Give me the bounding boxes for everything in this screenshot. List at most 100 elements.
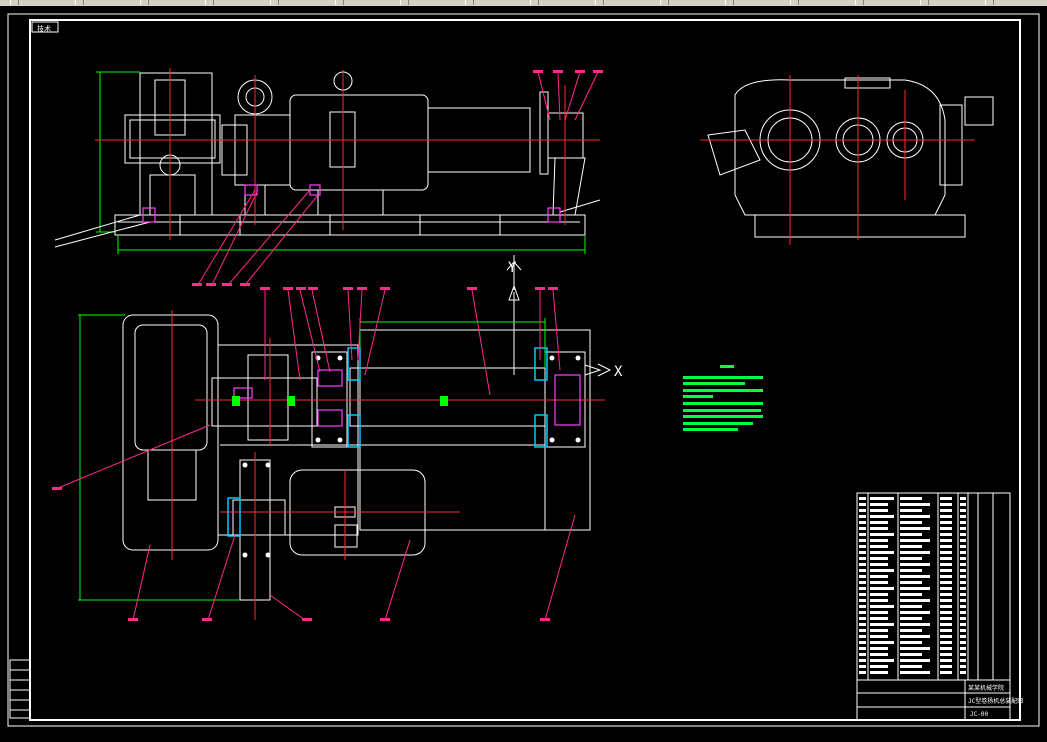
parts-list-cell — [900, 569, 922, 572]
toolbar-button[interactable] — [205, 0, 214, 5]
parts-list-cell — [940, 605, 952, 608]
toolbar-button[interactable] — [465, 0, 474, 5]
parts-list-cell — [900, 515, 930, 518]
parts-list-cell — [870, 653, 888, 656]
parts-list-cell — [870, 563, 888, 566]
toolbar-button[interactable] — [790, 0, 799, 5]
parts-list-cell — [940, 647, 952, 650]
parts-list-cell — [870, 659, 894, 662]
toolbar-button[interactable] — [140, 0, 149, 5]
margin-stamp-block — [9, 659, 31, 719]
parts-list-cell — [960, 533, 966, 536]
parts-list-cell — [900, 557, 922, 560]
parts-list-cell — [960, 521, 966, 524]
parts-list-cell — [940, 641, 952, 644]
parts-list-cell — [870, 623, 894, 626]
parts-list-cell — [859, 545, 866, 548]
parts-list-cell — [859, 575, 866, 578]
drawing-border-inner — [29, 19, 1021, 721]
parts-list-cell — [859, 635, 866, 638]
parts-list-cell — [859, 497, 866, 500]
parts-list-cell — [900, 533, 922, 536]
parts-list-cell — [940, 509, 952, 512]
parts-list-cell — [859, 557, 866, 560]
parts-list-cell — [940, 527, 952, 530]
parts-list-cell — [870, 545, 888, 548]
toolbar-button[interactable] — [595, 0, 604, 5]
parts-list-cell — [900, 611, 930, 614]
parts-list-cell — [940, 653, 952, 656]
plan-view-bolts — [242, 355, 581, 558]
parts-list-cell — [900, 635, 930, 638]
parts-list-cell — [960, 587, 966, 590]
parts-list-cell — [960, 653, 966, 656]
parts-list-cell — [900, 653, 922, 656]
parts-list-cell — [940, 569, 952, 572]
parts-list-cell — [960, 617, 966, 620]
parts-list-cell — [859, 605, 866, 608]
parts-list-cell — [960, 515, 966, 518]
parts-list-cell — [859, 587, 866, 590]
parts-list-cell — [859, 581, 866, 584]
y-axis-label: Y — [508, 260, 517, 276]
parts-list-cell — [940, 497, 952, 500]
parts-list-cell — [900, 521, 922, 524]
parts-list-cell — [859, 569, 866, 572]
toolbar-button[interactable] — [530, 0, 539, 5]
front-view-balloons — [192, 70, 603, 286]
parts-list-cell — [870, 629, 888, 632]
plan-view-hatch — [227, 347, 548, 537]
parts-list-cell — [960, 599, 966, 602]
parts-list-cell — [870, 551, 894, 554]
parts-list-cell — [870, 497, 894, 500]
parts-list-cell — [870, 575, 888, 578]
parts-list-cell — [859, 521, 866, 524]
parts-list-cell — [960, 611, 966, 614]
parts-list-cell — [960, 623, 966, 626]
parts-list-cell — [859, 671, 866, 674]
side-view-centerlines — [700, 75, 975, 245]
parts-list-cell — [870, 569, 894, 572]
toolbar-button[interactable] — [855, 0, 864, 5]
toolbar-button[interactable] — [920, 0, 929, 5]
motor-front — [289, 94, 429, 191]
parts-list-cell — [940, 557, 952, 560]
parts-list-cell — [940, 551, 952, 554]
toolbar-button[interactable] — [985, 0, 994, 5]
parts-list-cell — [940, 611, 952, 614]
parts-list-cell — [870, 521, 888, 524]
parts-list-cell — [900, 647, 930, 650]
front-view — [54, 71, 601, 254]
parts-list-cell — [870, 509, 888, 512]
parts-list-cell — [940, 563, 952, 566]
toolbar-button[interactable] — [660, 0, 669, 5]
parts-list-cell — [900, 617, 922, 620]
parts-list-cell — [900, 671, 930, 674]
toolbar-button[interactable] — [270, 0, 279, 5]
parts-list-cell — [900, 545, 922, 548]
parts-list-cell — [870, 599, 888, 602]
toolbar-button[interactable] — [10, 0, 19, 5]
parts-list-cell — [900, 575, 930, 578]
plan-view-leaders — [57, 289, 576, 621]
parts-list-cell — [870, 641, 894, 644]
parts-list-cell — [859, 629, 866, 632]
front-view-parts — [142, 184, 561, 223]
parts-list-cell — [859, 653, 866, 656]
toolbar-button[interactable] — [400, 0, 409, 5]
parts-list-cell — [940, 665, 952, 668]
toolbar-button[interactable] — [335, 0, 344, 5]
toolbar-button[interactable] — [75, 0, 84, 5]
toolbar-button[interactable] — [725, 0, 734, 5]
cad-drawing-canvas[interactable]: 技术 Y X 某某机械学院 JC型卷扬机总装配图 JC-00 — [0, 6, 1047, 742]
parts-list-cell — [870, 557, 888, 560]
parts-list-cell — [870, 539, 888, 542]
base-frame — [114, 214, 586, 236]
parts-list-cell — [870, 617, 888, 620]
parts-list-cell — [859, 515, 866, 518]
parts-list-cell — [900, 503, 930, 506]
front-view-centerlines — [95, 68, 600, 240]
parts-list-cell — [960, 557, 966, 560]
parts-list-cell — [870, 671, 888, 674]
parts-list-cell — [960, 539, 966, 542]
